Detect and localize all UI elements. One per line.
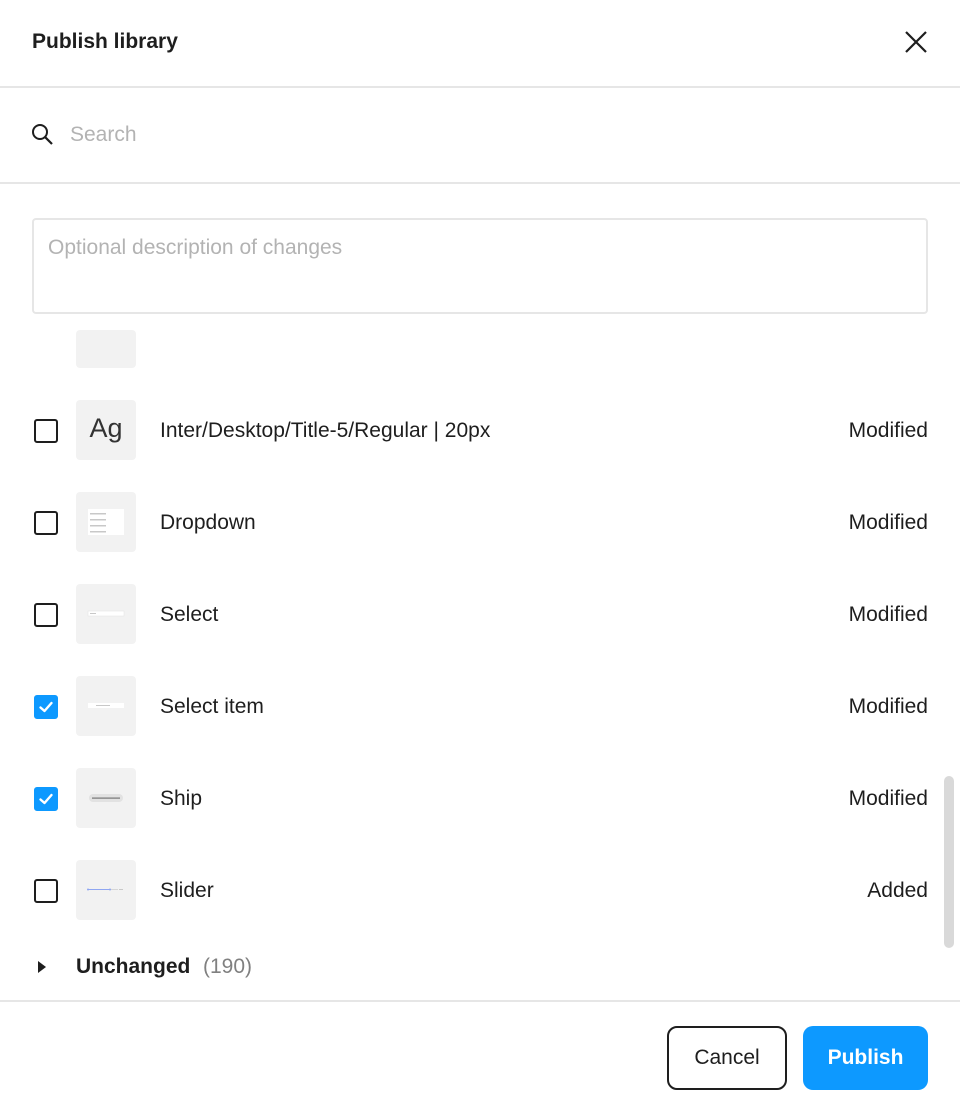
item-status: Modified	[848, 695, 928, 718]
checkmark-icon	[39, 701, 53, 713]
item-checkbox[interactable]	[34, 603, 58, 627]
unchanged-count: (190)	[203, 955, 253, 978]
list-item[interactable]: Dropdown Modified	[0, 492, 960, 552]
publish-library-dialog: Publish library Ag Inter/Desktop/Title-5…	[0, 0, 960, 1114]
dropdown-preview-icon	[88, 509, 124, 535]
item-checkbox[interactable]	[34, 695, 58, 719]
item-thumbnail	[76, 492, 136, 552]
close-button[interactable]	[898, 24, 934, 60]
list-item[interactable]: Select Modified	[0, 584, 960, 644]
item-thumbnail	[76, 676, 136, 736]
list-item[interactable]: Select item Modified	[0, 676, 960, 736]
dialog-title: Publish library	[32, 30, 178, 53]
item-name: Ship	[160, 787, 203, 810]
search-divider	[0, 182, 960, 184]
close-icon	[905, 31, 927, 53]
item-status: Modified	[848, 603, 928, 626]
scrollbar-thumb[interactable]	[944, 776, 954, 948]
partial-thumbnail	[76, 330, 136, 368]
cancel-button[interactable]: Cancel	[667, 1026, 787, 1090]
item-thumbnail	[76, 584, 136, 644]
item-name: Dropdown	[160, 511, 256, 534]
search-icon	[32, 124, 53, 145]
item-name: Slider	[160, 879, 214, 902]
item-name: Select item	[160, 695, 264, 718]
item-name: Inter/Desktop/Title-5/Regular | 20px	[160, 419, 491, 442]
list-item[interactable]: Ag Inter/Desktop/Title-5/Regular | 20px …	[0, 400, 960, 460]
list-item[interactable]: Slider Added	[0, 860, 960, 920]
search-input[interactable]	[70, 115, 930, 155]
item-name: Select	[160, 603, 219, 626]
changes-list[interactable]: Ag Inter/Desktop/Title-5/Regular | 20px …	[0, 330, 960, 1000]
description-textarea[interactable]	[32, 218, 928, 314]
item-status: Modified	[848, 419, 928, 442]
select-preview-icon	[87, 610, 125, 617]
dialog-header: Publish library	[0, 0, 960, 86]
unchanged-section-toggle[interactable]: Unchanged (190)	[0, 950, 960, 986]
list-item[interactable]: Ship Modified	[0, 768, 960, 828]
slider-preview-icon	[87, 888, 123, 891]
item-thumbnail	[76, 860, 136, 920]
item-status: Added	[867, 879, 928, 902]
item-thumbnail: Ag	[76, 400, 136, 460]
item-checkbox[interactable]	[34, 879, 58, 903]
item-checkbox[interactable]	[34, 511, 58, 535]
item-checkbox[interactable]	[34, 419, 58, 443]
item-thumbnail	[76, 768, 136, 828]
item-checkbox[interactable]	[34, 787, 58, 811]
chip-preview-icon	[89, 794, 123, 802]
unchanged-label: Unchanged	[76, 955, 191, 978]
item-status: Modified	[848, 511, 928, 534]
select-item-preview-icon	[88, 703, 124, 708]
text-style-preview: Ag	[89, 413, 123, 443]
publish-button[interactable]: Publish	[803, 1026, 928, 1090]
item-status: Modified	[848, 787, 928, 810]
caret-right-icon	[38, 961, 46, 973]
checkmark-icon	[39, 793, 53, 805]
